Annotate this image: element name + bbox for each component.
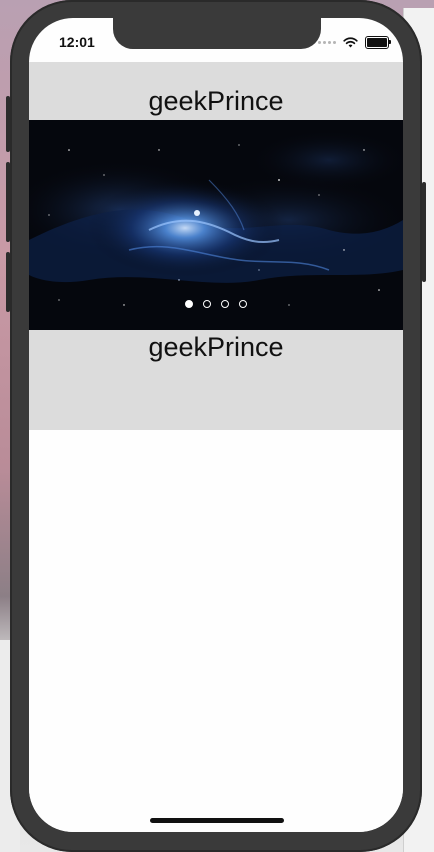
image-carousel[interactable] <box>29 120 403 330</box>
page-dot-2[interactable] <box>203 300 211 308</box>
volume-down-button <box>6 252 10 312</box>
status-icons <box>318 36 391 49</box>
page-dot-4[interactable] <box>239 300 247 308</box>
phone-screen: geekPrince geekPrince 12:01 <box>29 18 403 832</box>
header-area: geekPrince geekPrince <box>29 62 403 430</box>
wifi-icon <box>343 37 358 48</box>
section-title: geekPrince <box>148 332 284 362</box>
battery-icon <box>365 36 391 49</box>
nebula-image <box>29 120 403 330</box>
page-dot-3[interactable] <box>221 300 229 308</box>
power-button <box>422 182 426 282</box>
simulator-device: geekPrince geekPrince 12:01 <box>6 0 426 852</box>
page-control[interactable] <box>29 300 403 308</box>
signal-dots-icon <box>318 41 336 44</box>
content-area <box>29 430 403 832</box>
mute-switch <box>6 96 10 152</box>
volume-up-button <box>6 162 10 242</box>
page-dot-1[interactable] <box>185 300 193 308</box>
status-bar: 12:01 <box>29 18 403 62</box>
home-indicator[interactable] <box>150 818 284 823</box>
header-title: geekPrince <box>148 86 284 116</box>
status-time: 12:01 <box>59 34 95 50</box>
